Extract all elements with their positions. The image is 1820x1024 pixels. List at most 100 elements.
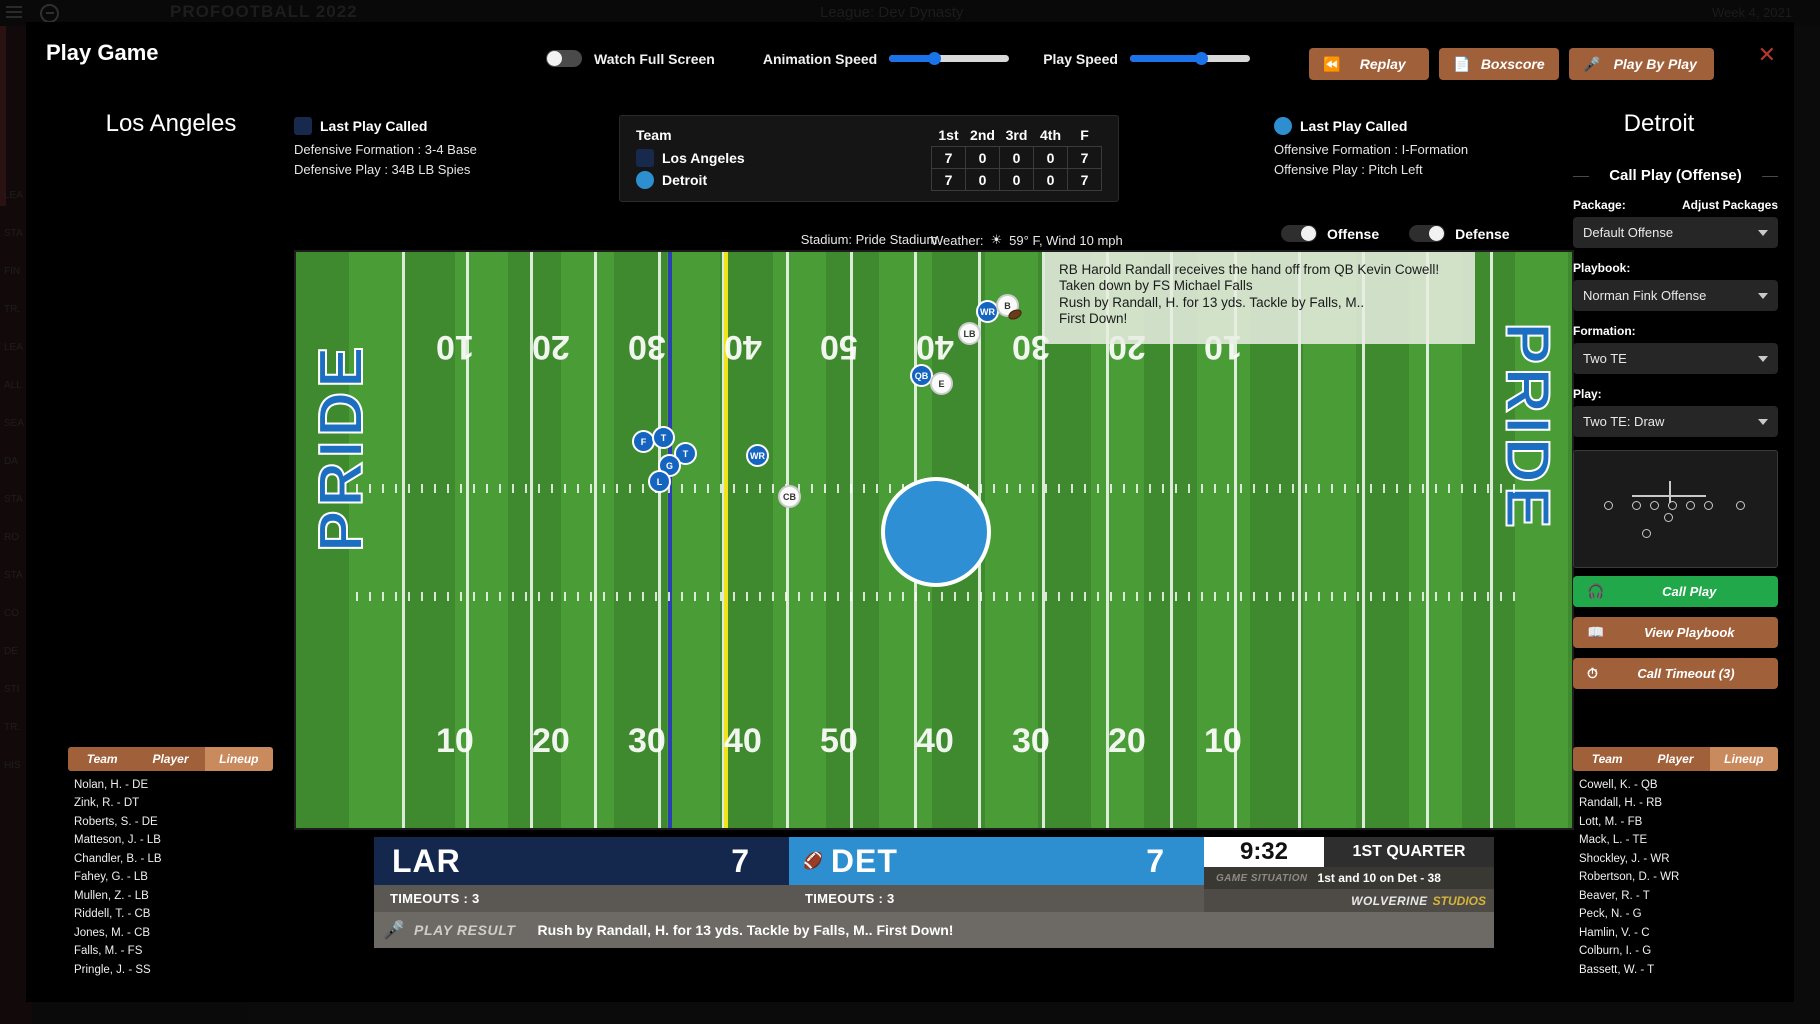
player-marker[interactable]: L — [648, 470, 671, 493]
player-marker[interactable]: LB — [958, 322, 981, 345]
list-item[interactable]: Falls, M. - FS — [74, 945, 267, 957]
list-item[interactable]: Bassett, W. - T — [1579, 964, 1772, 976]
yard-number: 30 — [628, 722, 666, 760]
hamburger-menu-icon[interactable] — [6, 6, 22, 19]
tab-lineup[interactable]: Lineup — [204, 746, 273, 771]
right-team-abbr: DET — [830, 842, 898, 879]
right-team-score: 7 — [1146, 842, 1164, 879]
score-header-2nd: 2nd — [970, 127, 995, 143]
offense-toggle[interactable] — [1281, 225, 1317, 242]
list-item[interactable]: Jones, M. - CB — [74, 927, 267, 939]
list-item[interactable]: Zink, R. - DT — [74, 797, 267, 809]
game-situation-tag: GAME SITUATION — [1216, 872, 1308, 884]
list-item[interactable]: Robertson, D. - WR — [1579, 871, 1772, 883]
formation-select[interactable]: Two TE — [1573, 343, 1778, 374]
player-marker[interactable]: CB — [778, 485, 801, 508]
page-title: Play Game — [46, 40, 159, 65]
back-arrow-icon[interactable] — [40, 4, 59, 23]
call-timeout-button[interactable]: ⏱ Call Timeout (3) — [1573, 658, 1778, 689]
list-item[interactable]: Randall, H. - RB — [1579, 797, 1772, 809]
list-item[interactable]: Pringle, J. - SS — [74, 964, 267, 976]
adjust-packages-link[interactable]: Adjust Packages — [1682, 198, 1778, 212]
play-speed-slider[interactable] — [1129, 52, 1250, 65]
tab-team[interactable]: Team — [68, 746, 137, 771]
score-header-3rd: 3rd — [1005, 127, 1028, 143]
football-field[interactable]: PRIDE PRIDE 10 20 30 40 50 40 30 20 10 1… — [294, 250, 1574, 830]
tab-team[interactable]: Team — [1573, 746, 1642, 771]
weather-info: Weather: ☀ 59° F, Wind 10 mph — [931, 232, 1123, 248]
list-item[interactable]: Cowell, K. - QB — [1579, 779, 1772, 791]
toolbar-buttons: ⏪ Replay 📄 Boxscore 🎤 Play By Play — [1309, 48, 1714, 80]
chevron-down-icon — [1758, 293, 1768, 299]
table-row: Detroit 7 0 0 0 7 — [636, 168, 1102, 191]
list-item[interactable]: Beaver, R. - T — [1579, 890, 1772, 902]
det-logo-icon — [1274, 117, 1292, 135]
list-item[interactable]: Riddell, T. - CB — [74, 908, 267, 920]
play-by-play-button[interactable]: 🎤 Play By Play — [1569, 48, 1714, 80]
list-item[interactable]: Colburn, I. - G — [1579, 945, 1772, 957]
call-timeout-button-label: Call Timeout (3) — [1637, 666, 1735, 681]
right-team-timeouts: TIMEOUTS : 3 — [789, 885, 1204, 912]
close-icon[interactable]: ✕ — [1758, 42, 1776, 68]
yard-number: 10 — [1204, 722, 1242, 760]
play-result-text: Rush by Randall, H. for 13 yds. Tackle b… — [537, 922, 954, 938]
yard-number: 10 — [436, 328, 474, 366]
sun-icon: ☀ — [990, 232, 1003, 247]
score-table-header-row: Team 1st 2nd 3rd 4th F — [636, 124, 1102, 147]
playbook-select[interactable]: Norman Fink Offense — [1573, 280, 1778, 311]
score-cell: 0 — [965, 146, 1000, 169]
right-roster-list: Cowell, K. - QB Randall, H. - RB Lott, M… — [1573, 771, 1778, 987]
score-table: Team 1st 2nd 3rd 4th F Los Angeles 7 0 0… — [619, 115, 1119, 202]
list-item[interactable]: Fahey, G. - LB — [74, 871, 267, 883]
watch-full-screen-toggle[interactable] — [546, 50, 582, 67]
broadcast-brand: WOLVERINE STUDIOS — [1204, 889, 1494, 912]
yard-number: 50 — [820, 328, 858, 366]
list-item[interactable]: Mullen, Z. - LB — [74, 890, 267, 902]
view-playbook-button[interactable]: 📖 View Playbook — [1573, 617, 1778, 648]
last-play-called-right: Last Play Called Offensive Formation : I… — [1274, 117, 1468, 182]
last-play-called-left: Last Play Called Defensive Formation : 3… — [294, 117, 477, 182]
game-situation-row: GAME SITUATION 1st and 10 on Det - 38 — [1204, 867, 1494, 889]
boxscore-button[interactable]: 📄 Boxscore — [1439, 48, 1559, 80]
score-header-team: Team — [636, 127, 672, 144]
list-item[interactable]: Lott, M. - FB — [1579, 816, 1772, 828]
list-item[interactable]: Roberts, S. - DE — [74, 816, 267, 828]
player-marker[interactable]: WR — [746, 444, 769, 467]
lar-logo-icon — [636, 148, 654, 167]
player-marker[interactable]: T — [652, 426, 675, 449]
play-by-play-line: First Down! — [1059, 311, 1128, 327]
brand-name-secondary: STUDIOS — [1432, 893, 1486, 908]
defense-toggle[interactable] — [1409, 225, 1446, 242]
left-roster-tabs: Team Player Lineup — [68, 746, 273, 771]
replay-button[interactable]: ⏪ Replay — [1309, 48, 1429, 80]
yard-number: 40 — [724, 722, 762, 760]
play-select[interactable]: Two TE: Draw — [1573, 406, 1778, 437]
list-item[interactable]: Shockley, J. - WR — [1579, 853, 1772, 865]
yard-number: 50 — [820, 722, 858, 760]
list-item[interactable]: Chandler, B. - LB — [74, 853, 267, 865]
chevron-down-icon — [1758, 230, 1768, 236]
yard-number: 20 — [532, 328, 570, 366]
tab-player[interactable]: Player — [1641, 746, 1710, 771]
package-select[interactable]: Default Offense — [1573, 217, 1778, 248]
list-item[interactable]: Matteson, J. - LB — [74, 834, 267, 846]
league-label: League: Dev Dynasty — [820, 4, 964, 21]
package-row: Package: Adjust Packages — [1573, 198, 1778, 212]
tab-player[interactable]: Player — [136, 746, 205, 771]
animation-speed-slider[interactable] — [889, 52, 1010, 65]
score-cell: 0 — [965, 168, 1000, 191]
left-roster-list: Nolan, H. - DE Zink, R. - DT Roberts, S.… — [68, 771, 273, 987]
score-cell: 0 — [999, 146, 1034, 169]
play-label: Play: — [1573, 387, 1602, 401]
list-item[interactable]: Nolan, H. - DE — [74, 779, 267, 791]
yard-number: 30 — [628, 328, 666, 366]
list-item[interactable]: Hamlin, V. - C — [1579, 927, 1772, 939]
call-play-button[interactable]: 🎧 Call Play — [1573, 576, 1778, 607]
list-item[interactable]: Peck, N. - G — [1579, 908, 1772, 920]
player-marker[interactable]: E — [930, 372, 953, 395]
yard-number: 20 — [532, 722, 570, 760]
play-by-play-overlay: RB Harold Randall receives the hand off … — [1045, 252, 1475, 344]
tab-lineup[interactable]: Lineup — [1709, 746, 1778, 771]
right-roster-tabs: Team Player Lineup — [1573, 746, 1778, 771]
list-item[interactable]: Mack, L. - TE — [1579, 834, 1772, 846]
